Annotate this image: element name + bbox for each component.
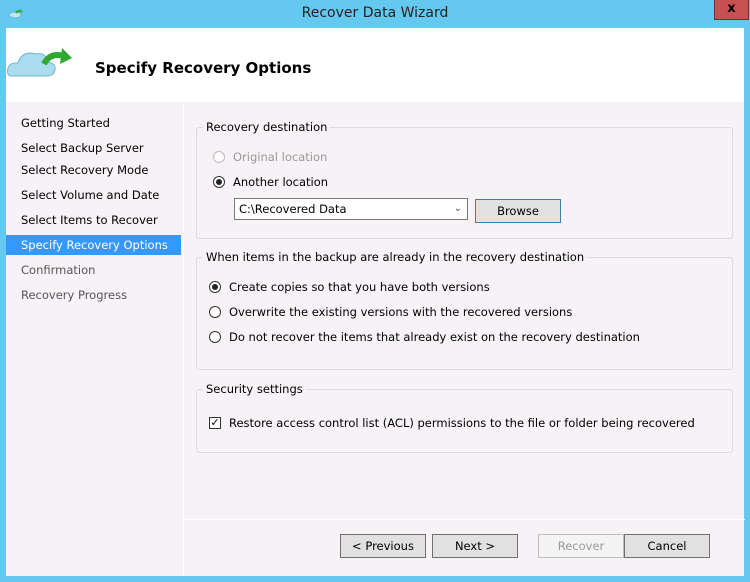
skip-existing-radio[interactable]: Do not recover the items that already ex… <box>209 330 640 344</box>
title-bar: Recover Data Wizard x <box>0 0 750 28</box>
step-recovery-progress: Recovery Progress <box>21 288 128 302</box>
security-legend: Security settings <box>206 382 303 396</box>
skip-existing-label: Do not recover the items that already ex… <box>229 330 640 344</box>
wizard-steps: Getting Started Select Backup Server Sel… <box>6 104 181 576</box>
step-specify-recovery-options[interactable]: Specify Recovery Options <box>6 235 181 255</box>
security-group: Security settings ✓ Restore access contr… <box>196 382 733 453</box>
footer-divider <box>184 519 745 520</box>
conflict-group: When items in the backup are already in … <box>196 250 733 370</box>
another-location-label: Another location <box>233 175 329 189</box>
step-select-backup-server[interactable]: Select Backup Server <box>6 138 181 158</box>
create-copies-label: Create copies so that you have both vers… <box>229 280 490 294</box>
radio-icon <box>209 306 221 318</box>
restore-acl-checkbox[interactable]: ✓ Restore access control list (ACL) perm… <box>209 416 695 430</box>
radio-selected-icon <box>209 281 221 293</box>
page-title: Specify Recovery Options <box>95 59 312 77</box>
cancel-button[interactable]: Cancel <box>624 534 710 558</box>
conflict-legend: When items in the backup are already in … <box>206 250 585 264</box>
options-panel: Recovery destination Original location A… <box>183 104 745 576</box>
next-button[interactable]: Next > <box>432 534 518 558</box>
step-confirmation: Confirmation <box>21 263 96 277</box>
window-title: Recover Data Wizard <box>301 5 449 21</box>
chevron-down-icon[interactable]: ⌄ <box>454 199 462 219</box>
restore-acl-label: Restore access control list (ACL) permis… <box>229 416 695 430</box>
another-location-radio[interactable]: Another location <box>213 175 328 189</box>
recovery-destination-legend: Recovery destination <box>206 120 328 134</box>
radio-icon <box>213 151 225 163</box>
overwrite-label: Overwrite the existing versions with the… <box>229 305 573 319</box>
original-location-label: Original location <box>233 150 328 164</box>
close-button[interactable]: x <box>714 0 749 20</box>
step-select-volume-date[interactable]: Select Volume and Date <box>6 185 181 205</box>
wizard-header: Specify Recovery Options <box>6 28 744 102</box>
radio-selected-icon <box>213 176 225 188</box>
destination-path-combo[interactable]: C:\Recovered Data ⌄ <box>234 198 468 220</box>
recovery-destination-group: Recovery destination Original location A… <box>196 120 733 239</box>
step-select-items[interactable]: Select Items to Recover <box>6 210 181 230</box>
recover-button: Recover <box>538 534 624 558</box>
browse-button[interactable]: Browse <box>475 199 561 223</box>
wizard-client: Specify Recovery Options Getting Started… <box>6 28 745 576</box>
radio-icon <box>209 331 221 343</box>
original-location-radio: Original location <box>213 150 327 164</box>
step-select-recovery-mode[interactable]: Select Recovery Mode <box>6 160 181 180</box>
step-getting-started[interactable]: Getting Started <box>6 113 181 133</box>
overwrite-radio[interactable]: Overwrite the existing versions with the… <box>209 305 572 319</box>
previous-button[interactable]: < Previous <box>340 534 426 558</box>
checkmark-icon: ✓ <box>209 416 221 429</box>
destination-path-value: C:\Recovered Data <box>239 202 347 216</box>
recover-cloud-icon <box>7 48 72 77</box>
create-copies-radio[interactable]: Create copies so that you have both vers… <box>209 280 490 294</box>
